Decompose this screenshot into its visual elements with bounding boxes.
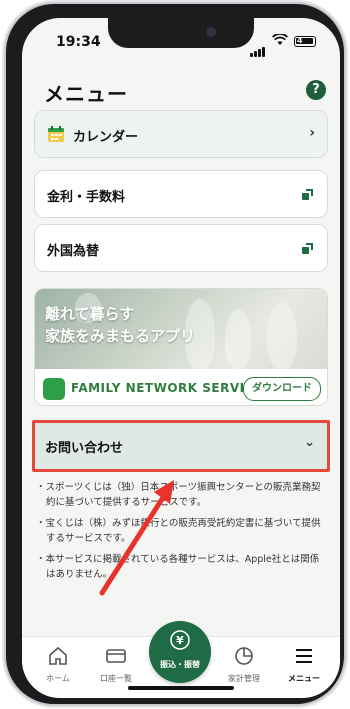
note-item: ・スポーツくじは（独）日本スポーツ振興センターとの販売業務契約に基づいて提供する… — [36, 482, 321, 508]
calendar-menu-item[interactable]: カレンダー › — [34, 110, 328, 158]
calendar-icon — [48, 126, 64, 142]
wifi-icon — [272, 34, 288, 45]
svg-text:¥: ¥ — [176, 634, 184, 647]
yen-exchange-icon: ¥ — [170, 630, 190, 650]
tab-menu[interactable]: メニュー — [276, 645, 332, 684]
phone-frame: 19:34 4 メニュー ? カレンダー › 金利・手数料 外国為替 離れて暮ら… — [6, 4, 344, 704]
tab-budget[interactable]: 家計管理 — [216, 645, 272, 684]
signal-icon — [250, 38, 266, 57]
status-time: 19:34 — [56, 34, 101, 50]
rates-label: 金利・手数料 — [47, 190, 126, 205]
app-screen: 19:34 4 メニュー ? カレンダー › 金利・手数料 外国為替 離れて暮ら… — [22, 18, 340, 698]
card-icon — [106, 649, 126, 663]
chevron-down-icon: ⌄ — [304, 435, 315, 450]
transfer-label: 振込・振替 — [160, 660, 200, 669]
download-button[interactable]: ダウンロード — [243, 377, 321, 401]
external-link-icon — [302, 189, 313, 200]
note-item: ・本サービスに掲載されている各種サービスは、Apple社とは関係はありません。 — [36, 554, 320, 580]
fx-label: 外国為替 — [47, 244, 100, 259]
pie-chart-icon — [235, 647, 253, 665]
banner-headline: 離れて暮らす 家族をみまもるアプリ — [45, 305, 196, 345]
banner-footer: FAMILY NETWORK SERVICE ダウンロード — [35, 369, 327, 405]
notes: ・スポーツくじは（独）日本スポーツ振興センターとの販売業務契約に基づいて提供する… — [36, 480, 326, 588]
help-button[interactable]: ? — [306, 80, 326, 100]
notch — [108, 18, 254, 48]
battery-level: 4 — [297, 36, 303, 45]
tab-accounts[interactable]: 口座一覧 — [88, 645, 144, 684]
hamburger-menu-icon — [296, 649, 312, 663]
camera-icon — [206, 27, 216, 37]
family-app-icon — [43, 378, 65, 400]
service-name: FAMILY NETWORK SERVICE — [71, 381, 263, 395]
external-link-icon — [302, 243, 313, 254]
calendar-label: カレンダー — [73, 130, 139, 145]
tab-home[interactable]: ホーム — [30, 645, 86, 684]
home-indicator — [128, 686, 234, 690]
fx-menu-item[interactable]: 外国為替 — [34, 224, 328, 272]
battery-icon: 4 — [294, 36, 316, 47]
chevron-right-icon: › — [309, 125, 315, 141]
contact-label: お問い合わせ — [45, 441, 124, 456]
family-network-banner[interactable]: 離れて暮らす 家族をみまもるアプリ FAMILY NETWORK SERVICE… — [34, 288, 328, 406]
contact-menu-item[interactable]: お問い合わせ ⌄ — [32, 420, 330, 472]
home-icon — [49, 646, 67, 665]
page-title: メニュー — [44, 82, 128, 106]
rates-menu-item[interactable]: 金利・手数料 — [34, 170, 328, 218]
transfer-button[interactable]: ¥ 振込・振替 — [149, 621, 211, 683]
note-item: ・宝くじは（株）みずほ銀行との販売再受託約定書に基づいて提供するサービスです。 — [36, 518, 321, 544]
